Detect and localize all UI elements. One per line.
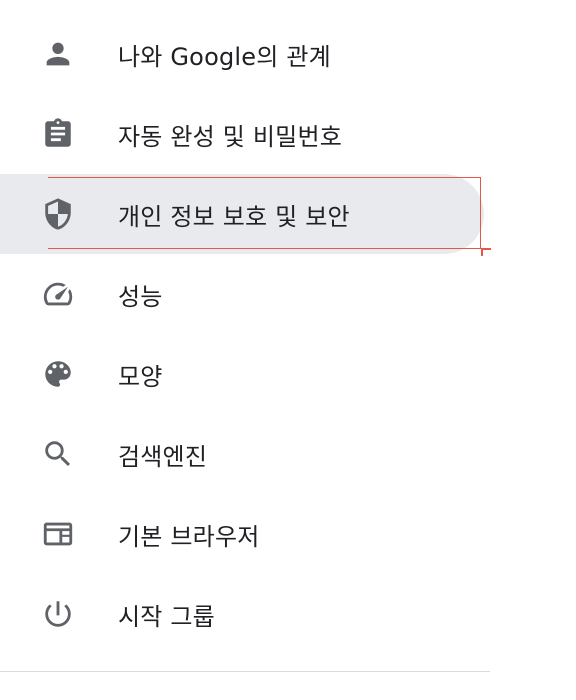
sidebar-item-autofill[interactable]: 자동 완성 및 비밀번호 xyxy=(0,94,490,174)
speedometer-icon xyxy=(38,278,78,310)
sidebar-item-default-browser[interactable]: 기본 브라우저 xyxy=(0,494,490,574)
sidebar-item-label: 시작 그룹 xyxy=(118,602,215,631)
sidebar-item-on-startup[interactable]: 시작 그룹 xyxy=(0,574,490,654)
sidebar-item-privacy-security[interactable]: 개인 정보 보호 및 보안 xyxy=(0,174,484,254)
shield-icon xyxy=(38,198,78,230)
sidebar-item-search-engine[interactable]: 검색엔진 xyxy=(0,414,490,494)
sidebar-item-you-and-google[interactable]: 나와 Google의 관계 xyxy=(0,14,490,94)
sidebar-item-label: 모양 xyxy=(118,362,163,391)
sidebar-item-label: 나와 Google의 관계 xyxy=(118,42,331,71)
annotation-highlight-tail xyxy=(481,248,491,250)
sidebar-item-label: 개인 정보 보호 및 보안 xyxy=(118,202,350,231)
annotation-highlight-drop xyxy=(481,248,483,256)
sidebar-item-label: 성능 xyxy=(118,282,163,311)
sidebar-item-appearance[interactable]: 모양 xyxy=(0,334,490,414)
sidebar-item-label: 검색엔진 xyxy=(118,442,208,471)
person-icon xyxy=(38,38,78,70)
settings-sidebar: 나와 Google의 관계 자동 완성 및 비밀번호 개인 정보 보호 및 보안… xyxy=(0,14,490,654)
sidebar-divider xyxy=(0,671,490,672)
sidebar-item-label: 자동 완성 및 비밀번호 xyxy=(118,122,343,151)
clipboard-icon xyxy=(38,118,78,150)
sidebar-item-label: 기본 브라우저 xyxy=(118,522,260,551)
search-icon xyxy=(38,438,78,470)
browser-window-icon xyxy=(38,518,78,550)
sidebar-item-performance[interactable]: 성능 xyxy=(0,254,490,334)
palette-icon xyxy=(38,358,78,390)
power-icon xyxy=(38,598,78,630)
